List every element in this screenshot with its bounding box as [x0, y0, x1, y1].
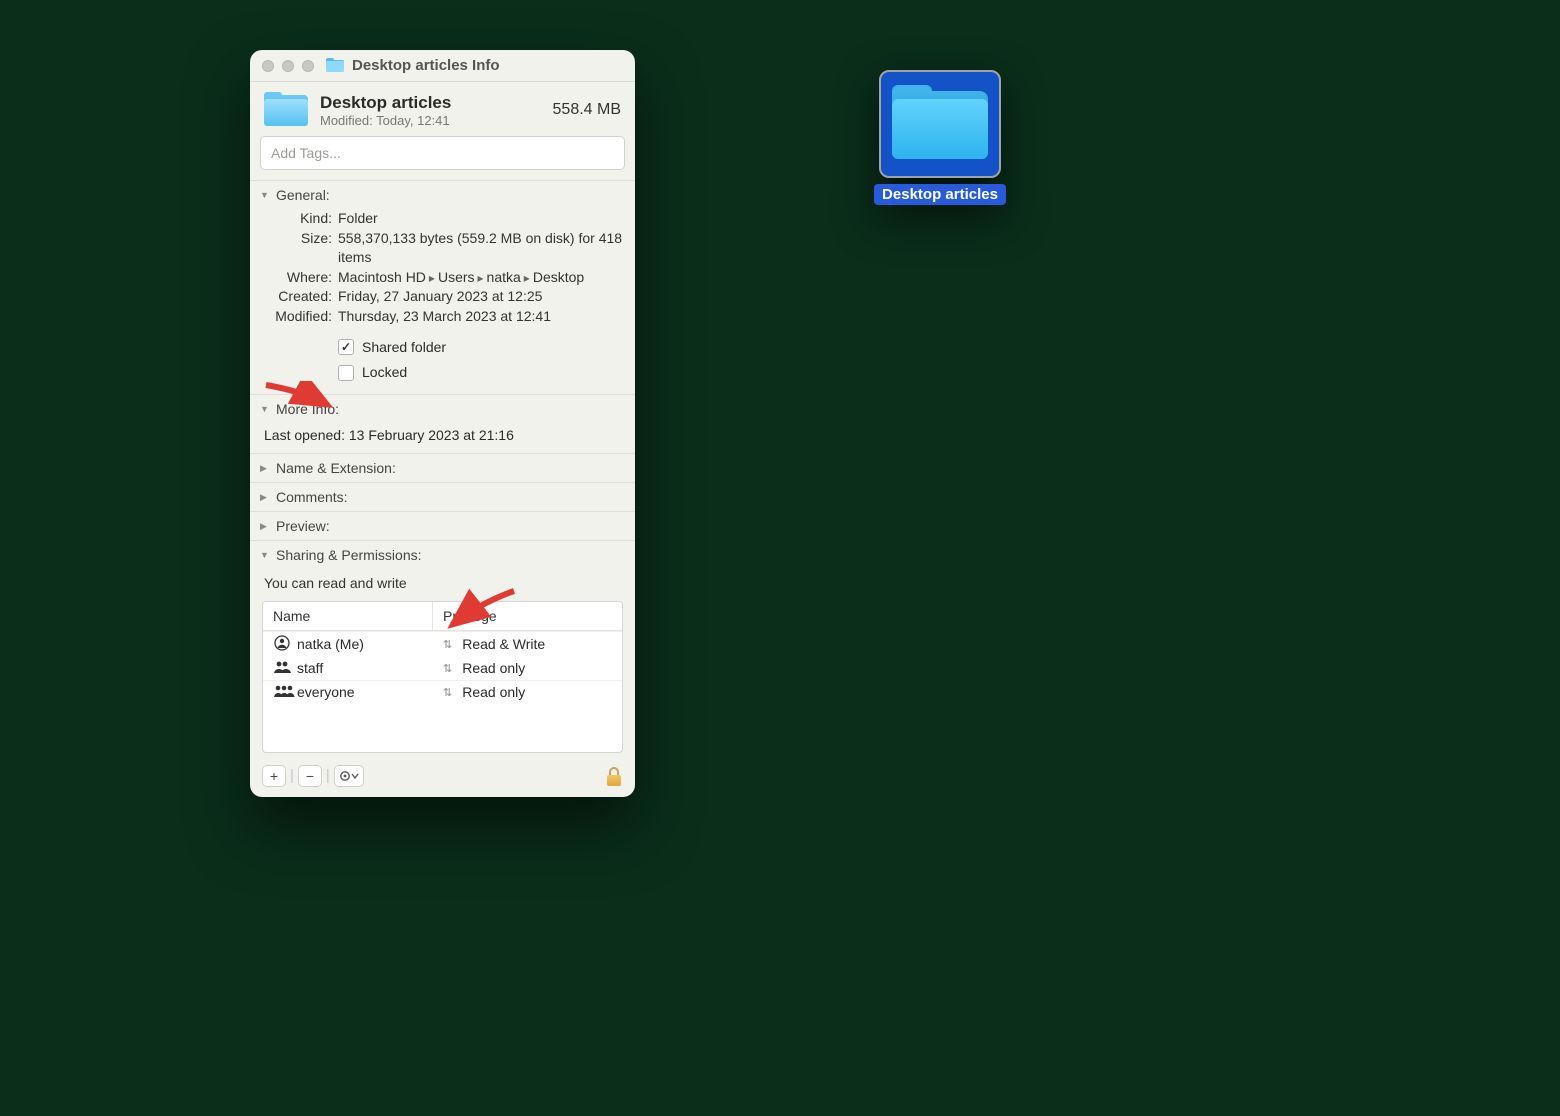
- last-opened: Last opened: 13 February 2023 at 21:16: [250, 423, 635, 453]
- user-icon: [273, 660, 291, 677]
- zoom-window-button[interactable]: [302, 60, 314, 72]
- chevron-down-icon: [260, 403, 270, 415]
- titlebar[interactable]: Desktop articles Info: [250, 50, 635, 82]
- permissions-table: Name Privilege natka (Me) ⇅ Read & Write st…: [262, 601, 623, 753]
- desktop-folder-item[interactable]: Desktop articles: [865, 70, 1015, 205]
- section-sharing-permissions[interactable]: Sharing & Permissions:: [250, 540, 635, 569]
- section-preview[interactable]: Preview:: [250, 511, 635, 540]
- general-block: Kind: Folder Size: 558,370,133 bytes (55…: [250, 209, 635, 394]
- shared-folder-checkbox[interactable]: [338, 339, 354, 355]
- kind-value: Folder: [338, 209, 625, 229]
- permissions-row[interactable]: natka (Me) ⇅ Read & Write: [263, 631, 622, 657]
- section-comments[interactable]: Comments:: [250, 482, 635, 511]
- sharing-note: You can read and write: [250, 569, 635, 601]
- perm-privilege[interactable]: Read & Write: [462, 636, 545, 652]
- chevron-down-icon: [260, 549, 270, 561]
- perm-name: staff: [297, 660, 323, 676]
- chevron-down-icon: [260, 189, 270, 201]
- perm-name: natka (Me): [297, 636, 364, 652]
- permissions-header: Name Privilege: [263, 602, 622, 631]
- locked-checkbox[interactable]: [338, 365, 354, 381]
- window-title: Desktop articles Info: [352, 57, 500, 74]
- size-value: 558,370,133 bytes (559.2 MB on disk) for…: [338, 229, 625, 268]
- titlebar-folder-icon: [326, 58, 344, 73]
- permissions-toolbar: + | − |: [250, 759, 635, 791]
- sort-icon: ⇅: [443, 638, 452, 651]
- chevron-right-icon: [260, 462, 270, 474]
- minimize-window-button[interactable]: [282, 60, 294, 72]
- permissions-row[interactable]: staff ⇅ Read only: [263, 657, 622, 680]
- desktop-folder-selection: [879, 70, 1001, 178]
- col-privilege[interactable]: Privilege: [433, 602, 622, 630]
- user-icon: [273, 684, 291, 701]
- add-permission-button[interactable]: +: [262, 765, 286, 787]
- perm-privilege[interactable]: Read only: [462, 684, 525, 700]
- permissions-row[interactable]: everyone ⇅ Read only: [263, 680, 622, 704]
- window-controls: [262, 60, 314, 72]
- item-name: Desktop articles: [320, 93, 541, 113]
- folder-icon: [264, 92, 308, 128]
- desktop-folder-label[interactable]: Desktop articles: [874, 184, 1006, 205]
- close-window-button[interactable]: [262, 60, 274, 72]
- item-size: 558.4 MB: [553, 101, 621, 119]
- permissions-empty-space: [263, 704, 622, 752]
- perm-name: everyone: [297, 684, 355, 700]
- section-more-info[interactable]: More Info:: [250, 394, 635, 423]
- sort-icon: ⇅: [443, 662, 452, 675]
- where-value: Macintosh HD▸Users▸natka▸Desktop: [338, 268, 625, 288]
- permissions-action-menu[interactable]: [334, 765, 364, 787]
- modified-value: Thursday, 23 March 2023 at 12:41: [338, 307, 625, 327]
- locked-label: Locked: [362, 363, 407, 383]
- folder-icon: [892, 85, 988, 163]
- remove-permission-button[interactable]: −: [298, 765, 322, 787]
- sort-icon: ⇅: [443, 686, 452, 699]
- shared-folder-label: Shared folder: [362, 338, 446, 358]
- user-icon: [273, 635, 291, 654]
- chevron-right-icon: [260, 520, 270, 532]
- section-name-extension[interactable]: Name & Extension:: [250, 453, 635, 482]
- item-modified: Modified: Today, 12:41: [320, 113, 541, 128]
- chevron-right-icon: [260, 491, 270, 503]
- created-value: Friday, 27 January 2023 at 12:25: [338, 287, 625, 307]
- tags-input[interactable]: Add Tags...: [260, 136, 625, 170]
- info-header: Desktop articles Modified: Today, 12:41 …: [250, 82, 635, 136]
- info-window: Desktop articles Info Desktop articles M…: [250, 50, 635, 797]
- col-name[interactable]: Name: [263, 602, 433, 630]
- section-general[interactable]: General:: [250, 180, 635, 209]
- perm-privilege[interactable]: Read only: [462, 660, 525, 676]
- lock-icon[interactable]: [605, 766, 623, 786]
